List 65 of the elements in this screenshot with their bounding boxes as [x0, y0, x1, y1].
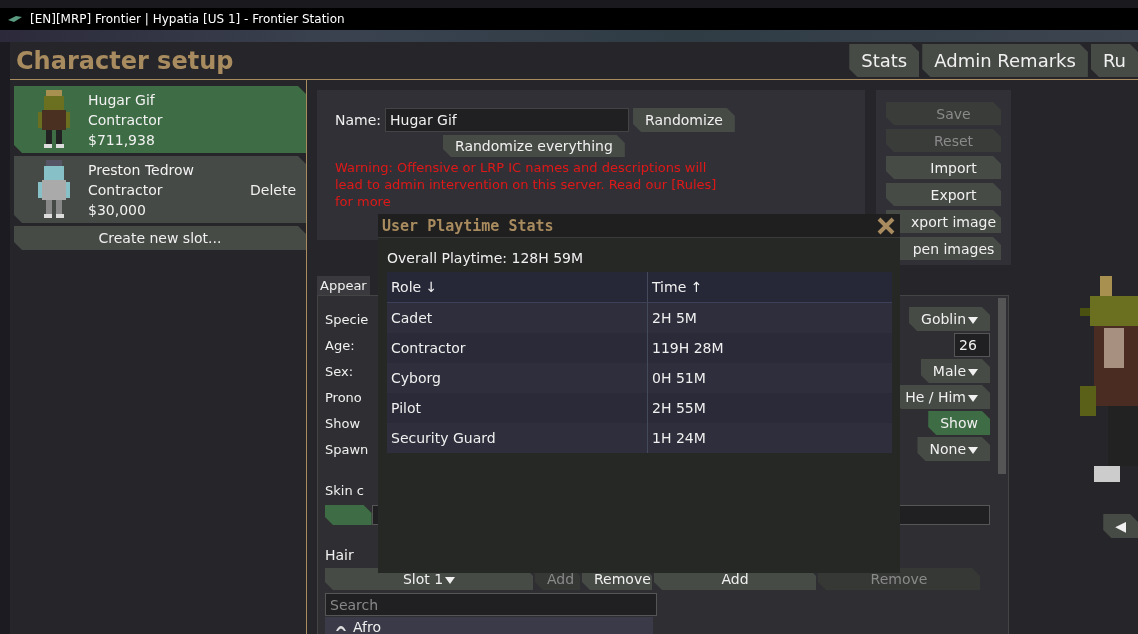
table-cell: 0H 51M	[648, 363, 892, 393]
character-sprite	[36, 159, 72, 220]
caret-icon	[968, 395, 978, 402]
table-cell: 2H 5M	[648, 303, 892, 333]
table-cell: Contractor	[387, 333, 648, 363]
character-slot[interactable]: Hugar Gif Contractor $711,938	[14, 86, 306, 153]
search-field[interactable]: Search	[325, 593, 657, 616]
character-job: Contractor	[88, 180, 164, 200]
table-cell: 2H 55M	[648, 393, 892, 423]
character-money: $30,000	[88, 200, 147, 220]
table-cell: 119H 28M	[648, 333, 892, 363]
action-button[interactable]: Export	[886, 183, 1001, 206]
hair-icon	[335, 623, 347, 631]
column-header[interactable]: Time ↑	[648, 272, 892, 303]
age-field[interactable]: 26	[954, 333, 990, 357]
hair-list-item[interactable]: Afro	[325, 617, 653, 634]
rotate-button[interactable]: ◀	[1103, 514, 1138, 538]
caret-icon	[968, 317, 978, 324]
table-cell: Cyborg	[387, 363, 648, 393]
hair-name: Afro	[353, 619, 382, 634]
tab[interactable]: Stats	[849, 44, 920, 77]
field-label: Skin c	[325, 483, 364, 498]
delete-button[interactable]: Delete	[250, 181, 296, 198]
randomize-button[interactable]: Randomize	[633, 108, 735, 132]
field-label: Show	[325, 415, 361, 431]
character-name: Hugar Gif	[88, 90, 156, 110]
field-label: Hair	[325, 547, 354, 563]
field-label: Age:	[325, 337, 355, 353]
dropdown[interactable]: None	[917, 437, 990, 461]
character-slot[interactable]: Preston Tedrow Contractor $30,000 Delete	[14, 156, 306, 223]
field-label: Sex:	[325, 363, 354, 379]
column-header[interactable]: Role ↓	[387, 272, 648, 303]
table-cell: Cadet	[387, 303, 648, 333]
table-cell: Pilot	[387, 393, 648, 423]
dropdown[interactable]: Goblin	[909, 307, 990, 331]
character-sprite	[36, 89, 72, 150]
field-label: Spawn	[325, 441, 369, 457]
character-job: Contractor	[88, 110, 164, 130]
window-title: [EN][MRP] Frontier | Hypatia [US 1] - Frontier Station	[30, 12, 345, 26]
warning-text: Warning: Offensive or LRP IC names and descriptions will lead to admin intervention on this server. Read our [Rules] for more	[335, 159, 718, 210]
dialog-title: User Playtime Stats	[382, 216, 554, 235]
tab[interactable]: Appear	[317, 276, 370, 295]
tab[interactable]: Ru	[1090, 44, 1138, 77]
table-cell: Security Guard	[387, 423, 648, 453]
field-label: Specie	[325, 311, 369, 327]
name-label: Name:	[335, 112, 382, 128]
close-icon[interactable]	[876, 215, 896, 236]
caret-icon	[968, 369, 978, 376]
page-title: Character setup	[15, 47, 234, 77]
tab[interactable]: Admin Remarks	[922, 44, 1088, 77]
character-name: Preston Tedrow	[88, 160, 196, 180]
field-label: Prono	[325, 389, 362, 405]
caret-icon	[968, 447, 978, 454]
randomize-everything-button[interactable]: Randomize everything	[443, 135, 625, 157]
name-field[interactable]: Hugar Gif	[385, 108, 630, 132]
action-button[interactable]: Import	[886, 156, 1001, 179]
overall-playtime: Overall Playtime: 128H 59M	[387, 250, 585, 266]
table-cell: 1H 24M	[648, 423, 892, 453]
character-money: $711,938	[88, 130, 156, 150]
scrollbar[interactable]	[998, 298, 1006, 474]
caret-icon	[445, 577, 456, 584]
create-slot-button[interactable]: Create new slot...	[14, 226, 306, 250]
toggle-button[interactable]: Show	[928, 411, 990, 435]
app-icon	[8, 14, 22, 24]
dropdown[interactable]: Male	[920, 359, 990, 383]
